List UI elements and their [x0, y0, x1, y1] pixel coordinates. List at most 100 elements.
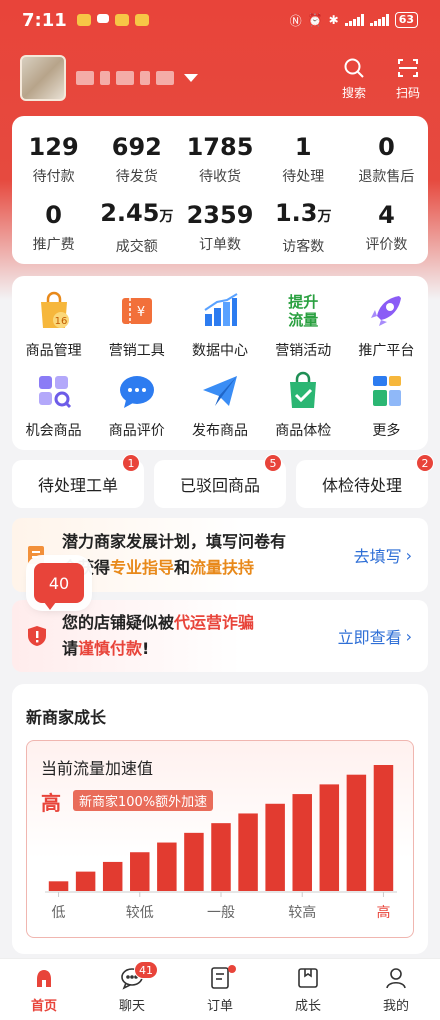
fill-survey-link[interactable]: 去填写 ›: [354, 543, 412, 567]
status-time: 7:11: [22, 9, 67, 31]
chevron-right-icon: ›: [405, 545, 412, 565]
tab-rejected-products[interactable]: 已驳回商品 5: [154, 454, 286, 508]
svg-text:¥: ¥: [137, 305, 145, 320]
shop-name-blurred[interactable]: [76, 71, 174, 85]
tool-marketing-activities[interactable]: 提升 流量 营销活动: [262, 290, 345, 370]
stat-label: 待处理: [282, 169, 325, 185]
signal-icon: [344, 14, 364, 26]
boost-bar: [238, 813, 258, 891]
boost-bar: [319, 784, 340, 891]
search-button[interactable]: 搜索: [342, 56, 366, 101]
tab-label: 成长: [294, 999, 321, 1014]
boost-bar: [130, 852, 150, 891]
boost-bar: [102, 861, 123, 891]
home-icon: [37, 970, 51, 987]
boost-bar: [346, 774, 367, 891]
message-count: 40: [34, 563, 84, 610]
tool-publish-product[interactable]: 发布商品: [178, 370, 261, 450]
shopping-bag-icon: 16: [33, 290, 75, 332]
rocket-icon: [365, 290, 407, 332]
tool-product-management[interactable]: 16 商品管理: [12, 290, 95, 370]
tab-orders[interactable]: 订单: [176, 959, 264, 1020]
tab-pending-tickets[interactable]: 待处理工单 1: [12, 454, 144, 508]
tab-checkup-pending[interactable]: 体检待处理 2: [296, 454, 434, 508]
x-tick-label: 低: [52, 905, 66, 921]
blurred-text: [140, 71, 150, 85]
tool-label: 商品评价: [108, 423, 165, 439]
tool-marketing-tools[interactable]: ¥ 营销工具: [95, 290, 178, 370]
boost-bar: [75, 871, 96, 891]
stat-value: 129: [28, 133, 79, 161]
stat-visitors[interactable]: 1.3万 访客数: [262, 194, 345, 262]
more-apps-icon: [365, 370, 407, 412]
tab-home[interactable]: 首页: [0, 959, 88, 1020]
stat-promotion-fee[interactable]: 0 推广费: [12, 194, 95, 262]
stat-label: 成交额: [115, 239, 158, 255]
boost-bar: [211, 823, 231, 891]
stat-value: 0: [378, 133, 395, 161]
growth-title: 新商家成长: [26, 708, 107, 727]
tool-more[interactable]: 更多: [345, 370, 428, 450]
floating-message-bubble[interactable]: 40: [22, 556, 96, 610]
status-bar: 7:11 Ⓝ ⏰ ✱ 63: [0, 0, 440, 40]
stat-refund-aftersale[interactable]: 0 退款售后: [345, 126, 428, 194]
stat-value: 692: [111, 133, 162, 161]
stat-label: 退款售后: [358, 169, 415, 185]
blurred-text: [116, 71, 134, 85]
highlight-text: 流量扶持: [190, 558, 255, 577]
status-right: Ⓝ ⏰ ✱ 63: [290, 12, 418, 29]
stat-value: 1785: [186, 133, 254, 161]
shop-avatar[interactable]: [20, 55, 66, 101]
app-notification-icon: [134, 14, 149, 26]
x-tick-label: 较低: [126, 905, 154, 921]
traffic-boost-panel[interactable]: 当前流量加速值 高 新商家100%额外加速 低较低 一般 较高高: [26, 740, 414, 938]
fraud-warning-notice[interactable]: 您的店铺疑似被代运营诈骗 请谨慎付款! 立即查看 ›: [12, 600, 428, 672]
order-stats-card: 129 待付款 692 待发货 1785 待收货 1 待处理 0 退款售后 0 推广费 2.…: [12, 116, 428, 264]
growth-icon: [298, 968, 318, 988]
tab-growth[interactable]: 成长: [264, 959, 352, 1020]
stat-pending-receipt[interactable]: 1785 待收货: [178, 126, 261, 194]
stat-reviews[interactable]: 4 评价数: [345, 194, 428, 262]
app-notification-icon: [76, 14, 91, 26]
stat-pending-payment[interactable]: 129 待付款: [12, 126, 95, 194]
tool-product-checkup[interactable]: 商品体检: [262, 370, 345, 450]
tool-label: 商品体检: [275, 423, 332, 439]
bottom-tab-bar: 首页 聊天 41 订单 成长 我的: [0, 958, 440, 1020]
stats-row: 129 待付款 692 待发货 1785 待收货 1 待处理 0 退款售后: [12, 126, 428, 194]
tool-opportunity-products[interactable]: 机会商品: [12, 370, 95, 450]
boost-bar: [157, 842, 177, 891]
tool-label: 更多: [372, 423, 401, 439]
coupon-icon: ¥: [116, 290, 158, 332]
tab-chat[interactable]: 聊天 41: [88, 959, 176, 1020]
product-count-badge: 16: [54, 316, 67, 327]
chat-bubble-icon: [116, 370, 158, 412]
fraud-warning-text: 您的店铺疑似被代运营诈骗 请谨慎付款!: [48, 610, 338, 662]
stat-pending-shipment[interactable]: 692 待发货: [95, 126, 178, 194]
stat-label: 订单数: [199, 237, 241, 253]
user-icon: [386, 968, 406, 989]
nfc-icon: Ⓝ: [289, 13, 302, 28]
boost-bar: [373, 765, 394, 891]
view-now-link[interactable]: 立即查看 ›: [338, 624, 412, 648]
stat-unit: 万: [159, 209, 174, 225]
stat-pending-processing[interactable]: 1 待处理: [262, 126, 345, 194]
stat-unit: 万: [317, 209, 332, 225]
stat-order-count[interactable]: 2359 订单数: [178, 194, 261, 262]
tool-promotion-platform[interactable]: 推广平台: [345, 290, 428, 370]
shop-switch-caret-icon[interactable]: [184, 74, 198, 82]
highlight-text: 代运营诈骗: [174, 613, 255, 632]
tool-data-center[interactable]: 数据中心: [178, 290, 261, 370]
growth-card: 新商家成长 当前流量加速值 高 新商家100%额外加速 低较低 一般 较高高: [12, 684, 428, 954]
stat-gmv[interactable]: 2.45万 成交额: [95, 194, 178, 262]
signal-icon: [369, 14, 389, 26]
tab-profile[interactable]: 我的: [352, 959, 440, 1020]
app-notification-icon: [114, 14, 129, 26]
tab-label: 已驳回商品: [179, 476, 260, 495]
app-header: 搜索 扫码: [0, 48, 440, 108]
tab-badge: 2: [416, 454, 434, 472]
stat-label: 待发货: [115, 169, 158, 185]
status-notification-icons: [76, 14, 149, 26]
tool-product-reviews[interactable]: 商品评价: [95, 370, 178, 450]
scan-button[interactable]: 扫码: [396, 56, 420, 101]
boost-bar: [48, 881, 69, 891]
